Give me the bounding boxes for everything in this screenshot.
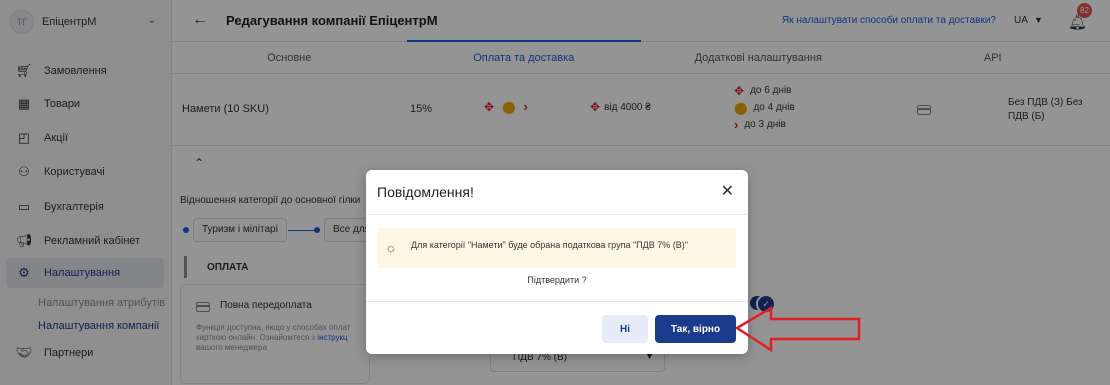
annotation-arrow [735, 306, 861, 352]
dialog-title: Повідомлення! [377, 184, 474, 200]
notice-text: Для категорії "Намети" буде обрана подат… [411, 240, 688, 250]
confirm-question: Підтвердити ? [527, 275, 587, 285]
divider [366, 301, 748, 302]
close-icon[interactable]: ✕ [721, 181, 734, 201]
notice-box: ☼ Для категорії "Намети" буде обрана под… [377, 228, 736, 268]
lightbulb-icon: ☼ [385, 240, 397, 255]
divider [366, 214, 748, 215]
confirmation-dialog: Повідомлення! ✕ ☼ Для категорії "Намети"… [366, 170, 748, 354]
no-button[interactable]: Ні [602, 315, 648, 343]
yes-button[interactable]: Так, вірно [655, 315, 736, 343]
